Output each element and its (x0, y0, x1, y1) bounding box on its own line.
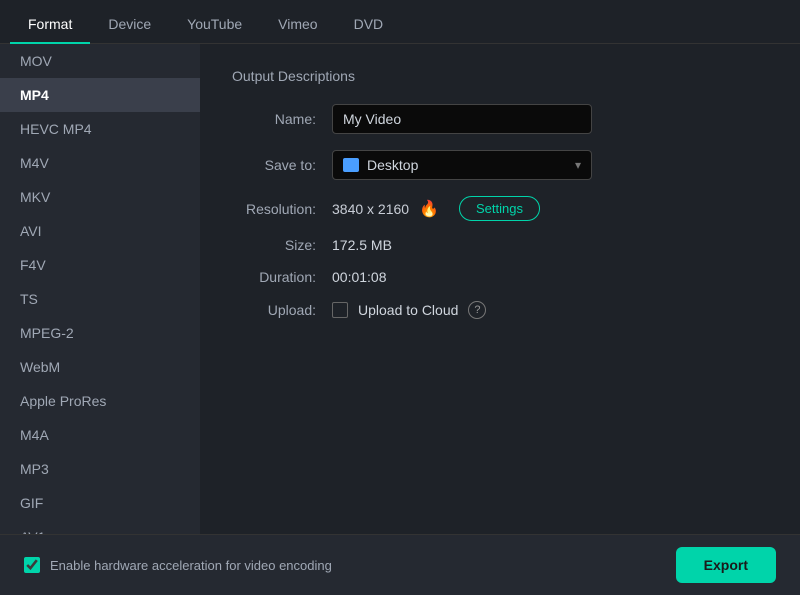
flame-icon: 🔥 (419, 199, 439, 219)
tab-device[interactable]: Device (90, 6, 169, 44)
resolution-value-container: 3840 x 2160 🔥 Settings (332, 196, 768, 221)
save-to-row: Save to: Desktop ▾ (232, 150, 768, 180)
sidebar-item-f4v[interactable]: F4V (0, 248, 200, 282)
tab-format[interactable]: Format (10, 6, 90, 44)
tab-youtube[interactable]: YouTube (169, 6, 260, 44)
duration-row: Duration: 00:01:08 (232, 269, 768, 285)
sidebar-item-avi[interactable]: AVI (0, 214, 200, 248)
sidebar-item-hevc_mp4[interactable]: HEVC MP4 (0, 112, 200, 146)
size-label: Size: (232, 237, 332, 253)
sidebar-item-apple_prores[interactable]: Apple ProRes (0, 384, 200, 418)
save-to-dropdown[interactable]: Desktop ▾ (332, 150, 592, 180)
tab-bar: FormatDeviceYouTubeVimeoDVD (0, 0, 800, 44)
tab-vimeo[interactable]: Vimeo (260, 6, 335, 44)
sidebar-item-mp3[interactable]: MP3 (0, 452, 200, 486)
duration-value: 00:01:08 (332, 269, 768, 285)
sidebar-item-ts[interactable]: TS (0, 282, 200, 316)
duration-label: Duration: (232, 269, 332, 285)
sidebar-item-av1[interactable]: AV1 (0, 520, 200, 534)
hw-accel-checkbox[interactable] (24, 557, 40, 573)
main-content: MOVMP4HEVC MP4M4VMKVAVIF4VTSMPEG-2WebMAp… (0, 44, 800, 534)
sidebar-item-webm[interactable]: WebM (0, 350, 200, 384)
export-button[interactable]: Export (676, 547, 776, 583)
tab-dvd[interactable]: DVD (336, 6, 402, 44)
save-to-value: Desktop (367, 157, 418, 173)
upload-to-cloud-checkbox[interactable] (332, 302, 348, 318)
section-title: Output Descriptions (232, 68, 768, 84)
right-panel: Output Descriptions Name: Save to: Deskt… (200, 44, 800, 534)
upload-to-cloud-label[interactable]: Upload to Cloud (358, 302, 458, 318)
name-label: Name: (232, 111, 332, 127)
save-to-label: Save to: (232, 157, 332, 173)
sidebar-item-m4v[interactable]: M4V (0, 146, 200, 180)
sidebar-item-mp4[interactable]: MP4 (0, 78, 200, 112)
sidebar: MOVMP4HEVC MP4M4VMKVAVIF4VTSMPEG-2WebMAp… (0, 44, 200, 534)
name-row: Name: (232, 104, 768, 134)
upload-help-icon[interactable]: ? (468, 301, 486, 319)
save-to-left: Desktop (343, 157, 418, 173)
upload-label: Upload: (232, 302, 332, 318)
hw-accel-row: Enable hardware acceleration for video e… (24, 557, 332, 573)
upload-options: Upload to Cloud ? (332, 301, 486, 319)
sidebar-item-gif[interactable]: GIF (0, 486, 200, 520)
size-row: Size: 172.5 MB (232, 237, 768, 253)
resolution-label: Resolution: (232, 201, 332, 217)
hw-accel-label[interactable]: Enable hardware acceleration for video e… (50, 558, 332, 573)
resolution-row: Resolution: 3840 x 2160 🔥 Settings (232, 196, 768, 221)
size-value: 172.5 MB (332, 237, 768, 253)
resolution-value: 3840 x 2160 (332, 201, 409, 217)
name-input[interactable] (332, 104, 592, 134)
sidebar-item-m4a[interactable]: M4A (0, 418, 200, 452)
bottom-bar: Enable hardware acceleration for video e… (0, 534, 800, 595)
chevron-down-icon: ▾ (575, 158, 581, 172)
settings-button[interactable]: Settings (459, 196, 540, 221)
sidebar-item-mpeg2[interactable]: MPEG-2 (0, 316, 200, 350)
folder-icon (343, 158, 359, 172)
help-question-mark: ? (474, 304, 480, 316)
sidebar-item-mkv[interactable]: MKV (0, 180, 200, 214)
sidebar-item-mov[interactable]: MOV (0, 44, 200, 78)
upload-row: Upload: Upload to Cloud ? (232, 301, 768, 319)
